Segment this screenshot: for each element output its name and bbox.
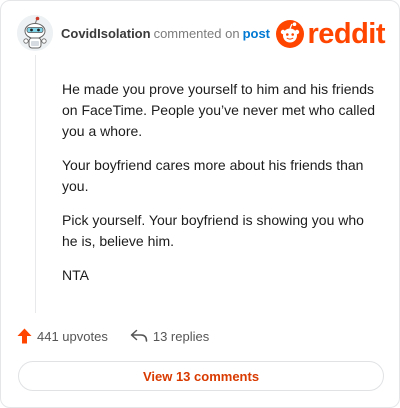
user-avatar[interactable]	[17, 15, 53, 51]
view-comments-button[interactable]: View 13 comments	[18, 361, 384, 391]
comment-body: He made you prove yourself to him and hi…	[62, 79, 382, 299]
reddit-snoo-icon	[276, 20, 305, 48]
comment-meta: CovidIsolation commented on post	[61, 26, 270, 41]
comment-actions: 441 upvotes 13 replies	[17, 326, 209, 346]
upvote-button[interactable]: 441 upvotes	[17, 328, 108, 344]
snoo-avatar-icon	[17, 15, 53, 51]
comment-paragraph: Your boyfriend cares more about his frie…	[62, 157, 364, 194]
replies-button[interactable]: 13 replies	[130, 329, 209, 344]
comment-paragraph: Pick yourself. Your boyfriend is showing…	[62, 212, 364, 249]
arrow-up-icon	[17, 328, 32, 344]
comment-header: CovidIsolation commented on post reddit	[17, 15, 385, 55]
comment-card: CovidIsolation commented on post reddit He…	[0, 0, 400, 408]
upvote-count: 441 upvotes	[37, 328, 108, 344]
thread-line	[35, 55, 36, 313]
comment-paragraph: NTA	[62, 267, 89, 283]
reddit-wordmark: reddit	[307, 18, 385, 50]
reply-count: 13 replies	[152, 328, 210, 344]
comment-verb: commented on	[153, 26, 240, 41]
username-link[interactable]: CovidIsolation	[61, 26, 151, 41]
post-link[interactable]: post	[243, 26, 270, 41]
comment-paragraph: He made you prove yourself to him and hi…	[62, 81, 376, 139]
reddit-logo[interactable]: reddit	[276, 19, 385, 49]
reply-arrow-icon	[130, 329, 148, 342]
